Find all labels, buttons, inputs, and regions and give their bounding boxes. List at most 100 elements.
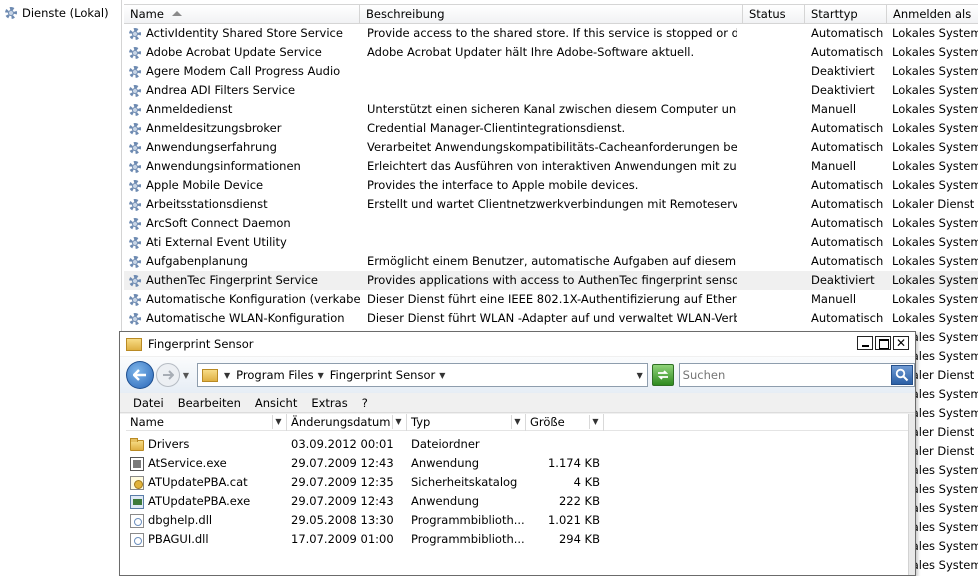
explorer-window: Fingerprint Sensor ✕ ▼ ▼ Program Files ▼ … [119, 331, 916, 576]
menu-edit[interactable]: Bearbeiten [171, 396, 248, 410]
file-size: 294 KB [558, 532, 600, 546]
dll-icon [130, 532, 144, 547]
search-box [678, 363, 915, 387]
service-name: Anmeldesitzungsbroker [146, 121, 282, 135]
address-bar[interactable]: ▼ Program Files ▼ Fingerprint Sensor ▼ ▼ [197, 363, 648, 387]
service-name: Agere Modem Call Progress Audio [146, 64, 341, 78]
service-startup-type: Automatisch [811, 121, 884, 135]
service-row[interactable]: Automatische Konfiguration (verkabelt) Di… [124, 290, 978, 309]
file-type: Anwendung [411, 494, 480, 508]
service-row[interactable]: Arbeitsstationsdienst Erstellt und wartet… [124, 195, 978, 214]
file-size [530, 435, 600, 454]
gear-icon [128, 103, 142, 117]
chevron-down-icon: ▼ [439, 370, 446, 380]
recent-pages-dropdown[interactable]: ▼ [183, 371, 189, 380]
service-row[interactable]: AuthenTec Fingerprint Service Provides ap… [124, 271, 978, 290]
chevron-down-icon[interactable]: ▼ [224, 371, 230, 380]
file-type: Dateiordner [411, 437, 480, 451]
service-status [744, 138, 804, 157]
file-row[interactable]: dbghelp.dll 29.05.2008 13:30 Programmbibli… [126, 511, 910, 530]
refresh-button[interactable] [651, 364, 674, 386]
column-header-status[interactable]: Status [743, 5, 805, 24]
menu-tools[interactable]: Extras [304, 396, 354, 410]
file-row[interactable]: PBAGUI.dll 17.07.2009 01:00 Programmbiblio… [126, 530, 910, 549]
service-description: Credential Manager-Clientintegrationsdie… [367, 121, 626, 135]
service-description: Dieser Dienst führt eine IEEE 802.1X-Aut… [367, 292, 737, 306]
maximize-button[interactable] [875, 336, 891, 350]
service-row[interactable]: Adobe Acrobat Update Service Adobe Acroba… [124, 43, 978, 62]
file-list-header: Name ▼ Änderungsdatum ▼ Typ ▼ Größe ▼ [126, 414, 910, 431]
service-description: Provide access to the shared store. If t… [367, 26, 737, 40]
file-row[interactable]: AtService.exe 29.07.2009 12:43 Anwendung 1.… [126, 454, 910, 473]
address-history-dropdown[interactable]: ▼ [637, 371, 643, 380]
service-description: Provides the interface to Apple mobile d… [367, 178, 639, 192]
title-bar[interactable]: Fingerprint Sensor ✕ [120, 332, 915, 356]
service-row[interactable]: Automatische WLAN-Konfiguration Dieser Di… [124, 309, 978, 328]
file-name-cell: ATUpdatePBA.cat [130, 473, 285, 492]
column-header-size[interactable]: Größe ▼ [526, 414, 604, 431]
service-status [744, 290, 804, 309]
service-status [744, 195, 804, 214]
navigation-bar: ▼ ▼ Program Files ▼ Fingerprint Sensor ▼ ▼ [120, 357, 915, 393]
services-tree-pane: Dienste (Lokal) [0, 0, 122, 576]
back-button[interactable] [126, 361, 154, 389]
column-header-logon-as[interactable]: Anmelden als [887, 5, 978, 24]
service-status [744, 157, 804, 176]
search-button[interactable] [891, 365, 913, 385]
service-row[interactable]: Agere Modem Call Progress Audio Deaktivie… [124, 62, 978, 81]
service-startup-type: Automatisch [811, 235, 884, 249]
service-row[interactable]: Anmeldedienst Unterstützt einen sicheren … [124, 100, 978, 119]
service-row[interactable]: ActivIdentity Shared Store Service Provid… [124, 24, 978, 43]
close-button[interactable]: ✕ [893, 336, 909, 350]
column-header-startup-type[interactable]: Starttyp [805, 5, 887, 24]
forward-button[interactable] [155, 363, 180, 387]
service-description [367, 233, 737, 252]
service-startup-type: Automatisch [811, 254, 884, 268]
gear-icon [128, 46, 142, 60]
services-header: Name Beschreibung Status Starttyp Anmeld… [124, 4, 978, 24]
service-row[interactable]: Anwendungserfahrung Verarbeitet Anwendung… [124, 138, 978, 157]
service-description [367, 62, 737, 81]
service-row[interactable]: Ati External Event Utility Automatisch Lok… [124, 233, 978, 252]
service-description: Erleichtert das Ausführen von interaktiv… [367, 159, 737, 173]
window-controls: ✕ [857, 336, 909, 350]
service-startup-type: Manuell [811, 292, 857, 306]
breadcrumb-fingerprint-sensor[interactable]: Fingerprint Sensor ▼ [330, 368, 446, 382]
service-status [744, 252, 804, 271]
menu-view[interactable]: Ansicht [248, 396, 304, 410]
service-logon-as: Lokaler Dienst [892, 197, 975, 211]
column-header-description[interactable]: Beschreibung [360, 5, 743, 24]
service-row[interactable]: Apple Mobile Device Provides the interfac… [124, 176, 978, 195]
service-startup-type: Automatisch [811, 178, 884, 192]
file-name: dbghelp.dll [148, 513, 213, 527]
menu-help[interactable]: ? [355, 396, 375, 410]
service-row[interactable]: ArcSoft Connect Daemon Automatisch Lokales… [124, 214, 978, 233]
refresh-icon [657, 370, 668, 380]
service-startup-type: Automatisch [811, 140, 884, 154]
search-input[interactable] [679, 365, 891, 385]
file-row[interactable]: ATUpdatePBA.cat 29.07.2009 12:35 Sicherhei… [126, 473, 910, 492]
vertical-scrollbar[interactable] [908, 414, 915, 575]
column-header-date[interactable]: Änderungsdatum ▼ [287, 414, 407, 431]
column-header-name[interactable]: Name [124, 5, 360, 24]
service-name-cell: Apple Mobile Device [128, 176, 360, 195]
file-row[interactable]: ATUpdatePBA.exe 29.07.2009 12:43 Anwendung… [126, 492, 910, 511]
tree-node-services-local[interactable]: Dienste (Lokal) [4, 6, 109, 20]
column-header-name[interactable]: Name ▼ [126, 414, 287, 431]
menu-file[interactable]: Datei [126, 396, 171, 410]
breadcrumb-program-files[interactable]: Program Files ▼ [236, 368, 324, 382]
file-row[interactable]: Drivers 03.09.2012 00:01 Dateiordner [126, 435, 910, 454]
file-size: 1.021 KB [547, 513, 600, 527]
service-row[interactable]: Anwendungsinformationen Erleichtert das A… [124, 157, 978, 176]
column-header-type[interactable]: Typ ▼ [407, 414, 526, 431]
minimize-button[interactable] [857, 336, 873, 350]
service-row[interactable]: Anmeldesitzungsbroker Credential Manager-… [124, 119, 978, 138]
chevron-down-icon: ▼ [589, 415, 601, 429]
service-startup-type: Automatisch [811, 197, 884, 211]
service-row[interactable]: Andrea ADI Filters Service Deaktiviert Lok… [124, 81, 978, 100]
service-row[interactable]: Aufgabenplanung Ermöglicht einem Benutzer… [124, 252, 978, 271]
service-name: Anwendungsinformationen [146, 159, 301, 173]
gear-icon [128, 293, 142, 307]
service-name-cell: ActivIdentity Shared Store Service [128, 24, 360, 43]
service-name-cell: AuthenTec Fingerprint Service [128, 271, 360, 290]
